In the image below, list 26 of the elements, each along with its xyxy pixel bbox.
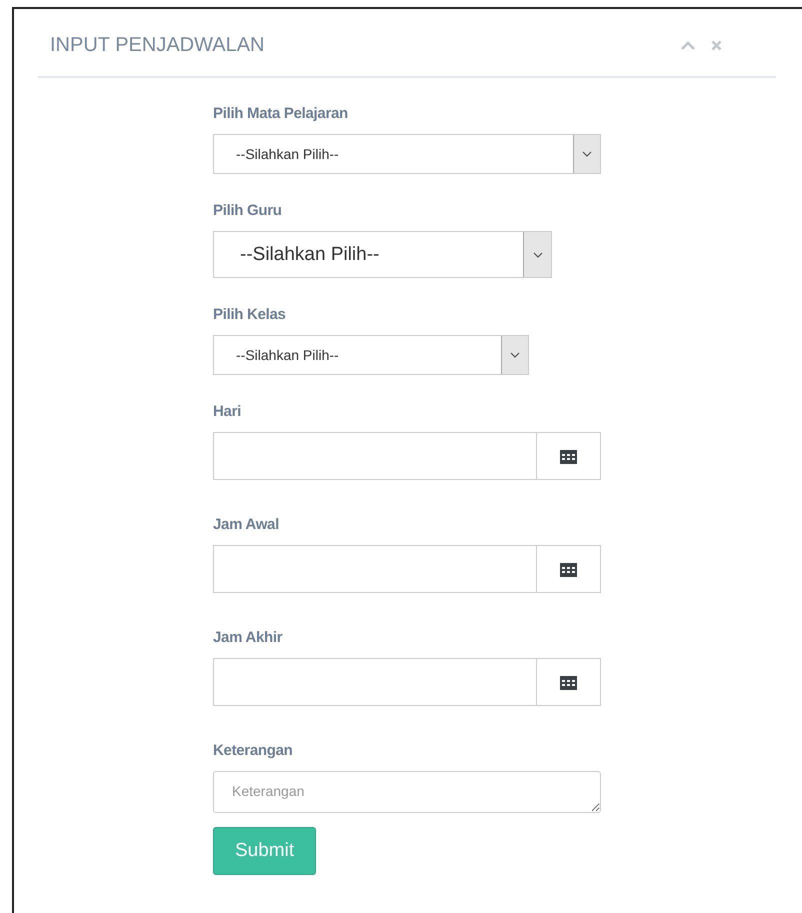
close-icon[interactable] bbox=[711, 40, 722, 51]
text-field[interactable] bbox=[213, 545, 537, 593]
collapse-icon[interactable] bbox=[681, 41, 695, 50]
field-label: Hari bbox=[213, 403, 242, 420]
calendar-icon bbox=[560, 448, 577, 464]
chevron-down-icon bbox=[582, 151, 592, 157]
field-label: Jam Awal bbox=[213, 516, 280, 533]
field-label: Jam Akhir bbox=[213, 629, 284, 646]
field-label: Pilih Mata Pelajaran bbox=[213, 105, 349, 122]
text-field[interactable] bbox=[213, 658, 537, 706]
dropdown[interactable]: --Silahkan Pilih-- bbox=[213, 231, 552, 278]
dropdown[interactable]: --Silahkan Pilih-- bbox=[213, 335, 529, 375]
calendar-icon bbox=[560, 562, 577, 576]
dropdown[interactable]: --Silahkan Pilih-- bbox=[213, 134, 601, 174]
chevron-down-icon bbox=[510, 352, 520, 358]
calendar-button[interactable] bbox=[537, 658, 601, 706]
field-label: Pilih Guru bbox=[213, 202, 283, 219]
field-label: Keterangan bbox=[213, 742, 294, 759]
panel-title: INPUT PENJADWALAN bbox=[50, 34, 264, 57]
calendar-icon bbox=[560, 674, 577, 690]
calendar-button[interactable] bbox=[537, 545, 601, 593]
calendar-button[interactable] bbox=[537, 432, 601, 480]
field-label: Pilih Kelas bbox=[213, 306, 287, 323]
chevron-down-icon bbox=[532, 252, 542, 258]
text-field[interactable] bbox=[213, 432, 537, 480]
text-area[interactable]: Keterangan bbox=[213, 771, 601, 813]
